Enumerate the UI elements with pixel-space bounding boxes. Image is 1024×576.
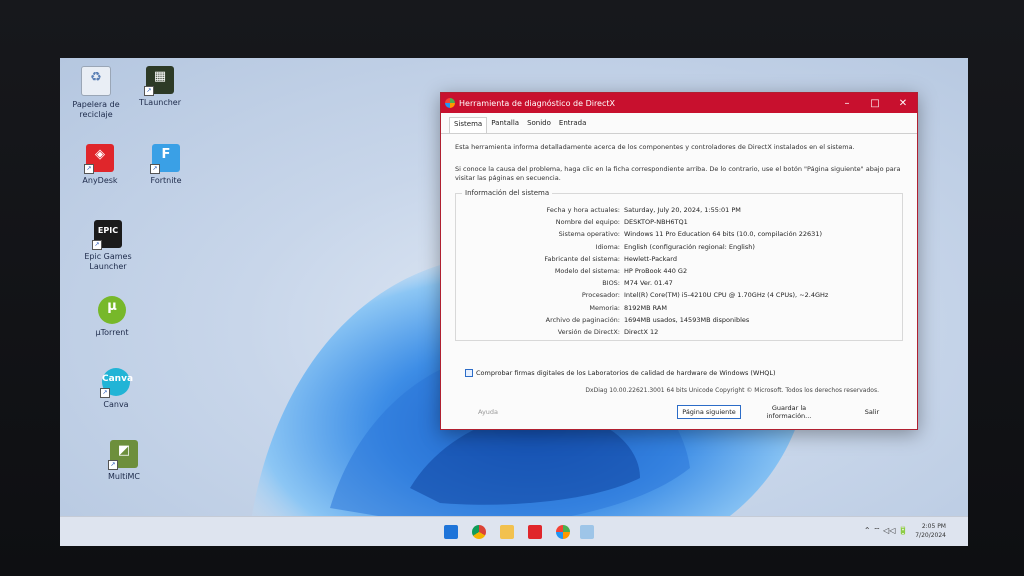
file-explorer-icon[interactable] [500,525,514,539]
utorrent-icon: µ [98,296,126,324]
tlauncher-icon: ▦ ↗ [144,66,174,96]
info-row: BIOS: M74 Ver. 01.47 [456,277,902,289]
clock-time: 2:05 PM [921,523,946,530]
canva-icon: Canva ↗ [100,368,133,398]
desktop-icon-label: Canva [103,400,129,409]
windows-start-icon[interactable] [444,525,458,539]
info-key: Idioma: [595,242,620,251]
info-value: DirectX 12 [624,327,659,336]
tab-strip: Sistema Pantalla Sonido Entrada [441,113,917,134]
info-row: Idioma: English (configuración regional: … [456,241,902,253]
desktop-icon-label: µTorrent [95,328,129,337]
window-title: Herramienta de diagnóstico de DirectX [459,98,615,108]
info-value: Intel(R) Core(TM) i5-4210U CPU @ 1.70GHz… [624,291,829,300]
tab-sistema[interactable]: Sistema [449,117,488,133]
save-info-button[interactable]: Guardar la información... [749,402,829,422]
info-value: HP ProBook 440 G2 [624,267,688,276]
info-key: Sistema operativo: [558,230,620,239]
intro-text: Esta herramienta informa detalladamente … [455,143,855,151]
taskbar-clock[interactable]: 2:05 PM 7/20/2024 [915,522,946,540]
photos-icon[interactable] [580,525,594,539]
desktop: ♻ Papelera de reciclaje ▦ ↗ TLauncher ◈ ↗ … [60,58,968,546]
desktop-icon-fortnite[interactable]: F ↗ Fortnite [126,144,206,186]
info-key: Modelo del sistema: [554,267,620,276]
desktop-icon-epic-games[interactable]: EPIC ↗ Epic Games Launcher [68,220,148,272]
system-info-group: Información del sistema Fecha y hora act… [455,189,903,341]
info-key: BIOS: [602,279,620,288]
info-row: Memoria: 8192MB RAM [456,302,902,314]
exit-button[interactable]: Salir [849,406,895,418]
info-key: Archivo de paginación: [545,315,620,324]
directx-icon [445,98,455,108]
info-key: Versión de DirectX: [557,327,620,336]
desktop-icon-utorrent[interactable]: µ µTorrent [72,296,152,338]
button-row: Ayuda Página siguiente Guardar la inform… [463,402,895,422]
dxdiag-window: Herramienta de diagnóstico de DirectX – … [440,92,918,430]
recycle-bin-icon: ♻ [81,66,111,96]
shortcut-arrow-icon: ↗ [108,460,118,470]
multimc-icon: ◩ ↗ [108,440,138,470]
help-button[interactable]: Ayuda [463,406,513,418]
info-key: Fabricante del sistema: [544,254,620,263]
info-row: Fecha y hora actuales: Saturday, July 20,… [456,204,902,216]
info-row: Archivo de paginación: 1694MB usados, 145… [456,314,902,326]
close-button[interactable]: ✕ [889,98,917,109]
minimize-button[interactable]: – [833,98,861,109]
info-value: English (configuración regional: English… [624,242,755,251]
desktop-icon-label: TLauncher [138,98,182,107]
anydesk-taskbar-icon[interactable] [528,525,542,539]
info-row: Sistema operativo: Windows 11 Pro Educati… [456,228,902,240]
tab-sonido[interactable]: Sonido [523,117,555,133]
maximize-button[interactable]: □ [861,98,889,109]
info-value: M74 Ver. 01.47 [624,279,673,288]
info-value: Hewlett-Packard [624,254,677,263]
clock-date: 7/20/2024 [915,532,946,539]
fortnite-icon: F ↗ [150,144,180,174]
next-page-button[interactable]: Página siguiente [677,405,741,419]
dxdiag-taskbar-icon[interactable] [556,525,570,539]
desktop-icon-canva[interactable]: Canva ↗ Canva [76,368,156,410]
shortcut-arrow-icon: ↗ [100,388,110,398]
tab-entrada[interactable]: Entrada [555,117,591,133]
tab-pantalla[interactable]: Pantalla [487,117,523,133]
whql-checkbox[interactable]: Comprobar firmas digitales de los Labora… [465,369,776,377]
desktop-icon-label: Epic Games Launcher [84,252,132,271]
info-value: DESKTOP-NBH6TQ1 [624,218,688,227]
info-row: Fabricante del sistema: Hewlett-Packard [456,253,902,265]
info-value: Saturday, July 20, 2024, 1:55:01 PM [624,206,741,215]
desktop-icon-tlauncher[interactable]: ▦ ↗ TLauncher [120,66,200,108]
taskbar: ⌃ ⌔ ◁◁ 🔋 2:05 PM 7/20/2024 [60,516,968,546]
info-row: Nombre del equipo: DESKTOP-NBH6TQ1 [456,216,902,228]
title-bar[interactable]: Herramienta de diagnóstico de DirectX – … [441,93,917,113]
copyright-text: DxDiag 10.00.22621.3001 64 bits Unicode … [585,387,879,394]
info-value: Windows 11 Pro Education 64 bits (10.0, … [624,230,822,239]
whql-checkbox-label: Comprobar firmas digitales de los Labora… [476,369,776,377]
info-key: Memoria: [589,303,620,312]
info-row: Procesador: Intel(R) Core(TM) i5-4210U CP… [456,289,902,301]
checkbox-box[interactable] [465,369,473,377]
info-row: Versión de DirectX: DirectX 12 [456,326,902,338]
shortcut-arrow-icon: ↗ [92,240,102,250]
desktop-icon-label: Fortnite [150,176,182,185]
shortcut-arrow-icon: ↗ [150,164,160,174]
shortcut-arrow-icon: ↗ [84,164,94,174]
info-value: 1694MB usados, 14593MB disponibles [624,315,750,324]
desktop-icon-label: MultiMC [107,472,141,481]
info-row: Modelo del sistema: HP ProBook 440 G2 [456,265,902,277]
info-key: Nombre del equipo: [555,218,620,227]
system-tray[interactable]: ⌃ ⌔ ◁◁ 🔋 [864,526,908,536]
anydesk-icon: ◈ ↗ [84,144,114,174]
info-key: Procesador: [581,291,620,300]
desktop-icon-multimc[interactable]: ◩ ↗ MultiMC [84,440,164,482]
chrome-icon[interactable] [472,525,486,539]
hint-text: Si conoce la causa del problema, haga cl… [455,165,901,182]
shortcut-arrow-icon: ↗ [144,86,154,96]
group-title: Información del sistema [462,189,553,197]
info-key: Fecha y hora actuales: [546,206,620,215]
epic-games-icon: EPIC ↗ [92,220,122,250]
info-value: 8192MB RAM [624,303,667,312]
